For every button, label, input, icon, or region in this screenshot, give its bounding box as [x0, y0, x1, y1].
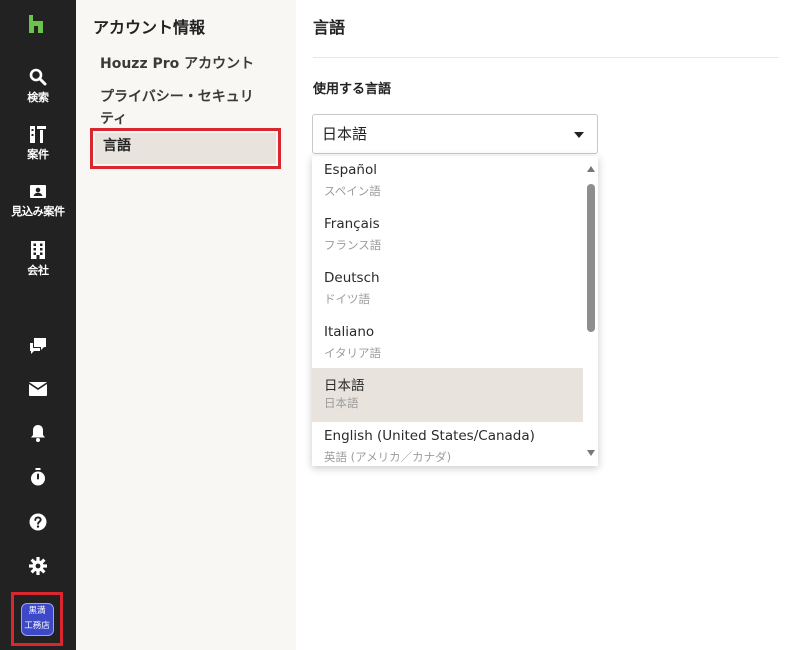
scrollbar-thumb[interactable]: [587, 184, 595, 332]
option-name: Deutsch: [324, 270, 380, 286]
rail-item-leads[interactable]: 見込み案件: [0, 184, 76, 219]
option-subtitle: イタリア語: [324, 346, 382, 360]
option-subtitle: 日本語: [324, 396, 359, 410]
rail-item-help[interactable]: [0, 513, 76, 531]
leads-icon: [30, 185, 46, 198]
chat-icon: [30, 338, 46, 354]
rail-item-mail[interactable]: [0, 382, 76, 396]
dropdown-scrollbar[interactable]: [583, 156, 598, 466]
rail-item-timer[interactable]: [0, 468, 76, 486]
language-option-english[interactable]: English (United States/Canada) 英語 (アメリカ／…: [312, 422, 583, 466]
rail-item-label: 案件: [27, 148, 49, 161]
option-subtitle: スペイン語: [324, 184, 381, 198]
option-name: English (United States/Canada): [324, 428, 535, 444]
subnav-item-houzz-pro-account[interactable]: Houzz Pro アカウント: [100, 53, 254, 75]
language-option-spanish[interactable]: Español スペイン語: [312, 156, 583, 210]
option-subtitle: フランス語: [324, 238, 382, 252]
option-subtitle: ドイツ語: [324, 292, 370, 306]
rail-item-search[interactable]: 検索: [0, 68, 76, 105]
avatar-highlight[interactable]: 黒満 工務店: [11, 592, 63, 646]
option-subtitle: 英語 (アメリカ／カナダ): [324, 450, 452, 464]
rail-item-settings[interactable]: [0, 557, 76, 575]
scroll-down-arrow-icon[interactable]: [587, 450, 595, 456]
option-name: Español: [324, 162, 377, 178]
projects-icon: [30, 126, 46, 143]
search-icon: [29, 68, 47, 86]
main-content: 言語 使用する言語 日本語 Español スペイン語 Français フラン…: [296, 0, 787, 650]
rail-item-label: 検索: [27, 91, 49, 104]
subnav-item-language[interactable]: 言語: [95, 133, 276, 164]
rail-item-chat[interactable]: [0, 337, 76, 355]
avatar[interactable]: 黒満 工務店: [20, 602, 54, 636]
language-option-italian[interactable]: Italiano イタリア語: [312, 318, 583, 372]
option-name: Français: [324, 216, 380, 232]
houzz-logo-icon[interactable]: [29, 15, 43, 37]
subnav-title: アカウント情報: [93, 18, 206, 37]
avatar-line2: 工務店: [24, 621, 50, 631]
subnav-active-highlight: 言語: [90, 128, 281, 169]
language-dropdown-list[interactable]: Español スペイン語 Français フランス語 Deutsch ドイツ…: [312, 156, 598, 466]
rail-item-label: 会社: [27, 264, 49, 277]
language-select[interactable]: 日本語: [312, 114, 598, 154]
title-divider: [313, 57, 779, 58]
option-name: Italiano: [324, 324, 375, 340]
company-icon: [31, 241, 45, 259]
help-icon: [29, 513, 47, 531]
left-nav-rail: 検索 案件 見込み案件 会社 黒満 工務店: [0, 0, 76, 650]
rail-item-projects[interactable]: 案件: [0, 125, 76, 162]
language-option-french[interactable]: Français フランス語: [312, 210, 583, 264]
language-select-value: 日本語: [322, 125, 368, 143]
page-title: 言語: [313, 18, 346, 37]
option-name: 日本語: [324, 378, 365, 394]
language-option-japanese[interactable]: 日本語 日本語: [312, 368, 583, 422]
language-option-german[interactable]: Deutsch ドイツ語: [312, 264, 583, 318]
rail-item-label: 見込み案件: [11, 205, 65, 218]
account-subnav: アカウント情報 Houzz Pro アカウント プライバシー・セキュリティ 言語: [76, 0, 296, 650]
gear-icon: [29, 557, 47, 575]
language-field-label: 使用する言語: [313, 82, 392, 97]
avatar-line1: 黒満: [28, 606, 46, 616]
scroll-up-arrow-icon[interactable]: [587, 166, 595, 172]
bell-icon: [31, 425, 45, 442]
caret-down-icon: [574, 132, 584, 138]
mail-icon: [29, 382, 47, 396]
rail-item-company[interactable]: 会社: [0, 241, 76, 278]
timer-icon: [31, 468, 45, 486]
rail-item-notifications[interactable]: [0, 424, 76, 442]
subnav-item-privacy-security[interactable]: プライバシー・セキュリティ: [100, 86, 260, 130]
